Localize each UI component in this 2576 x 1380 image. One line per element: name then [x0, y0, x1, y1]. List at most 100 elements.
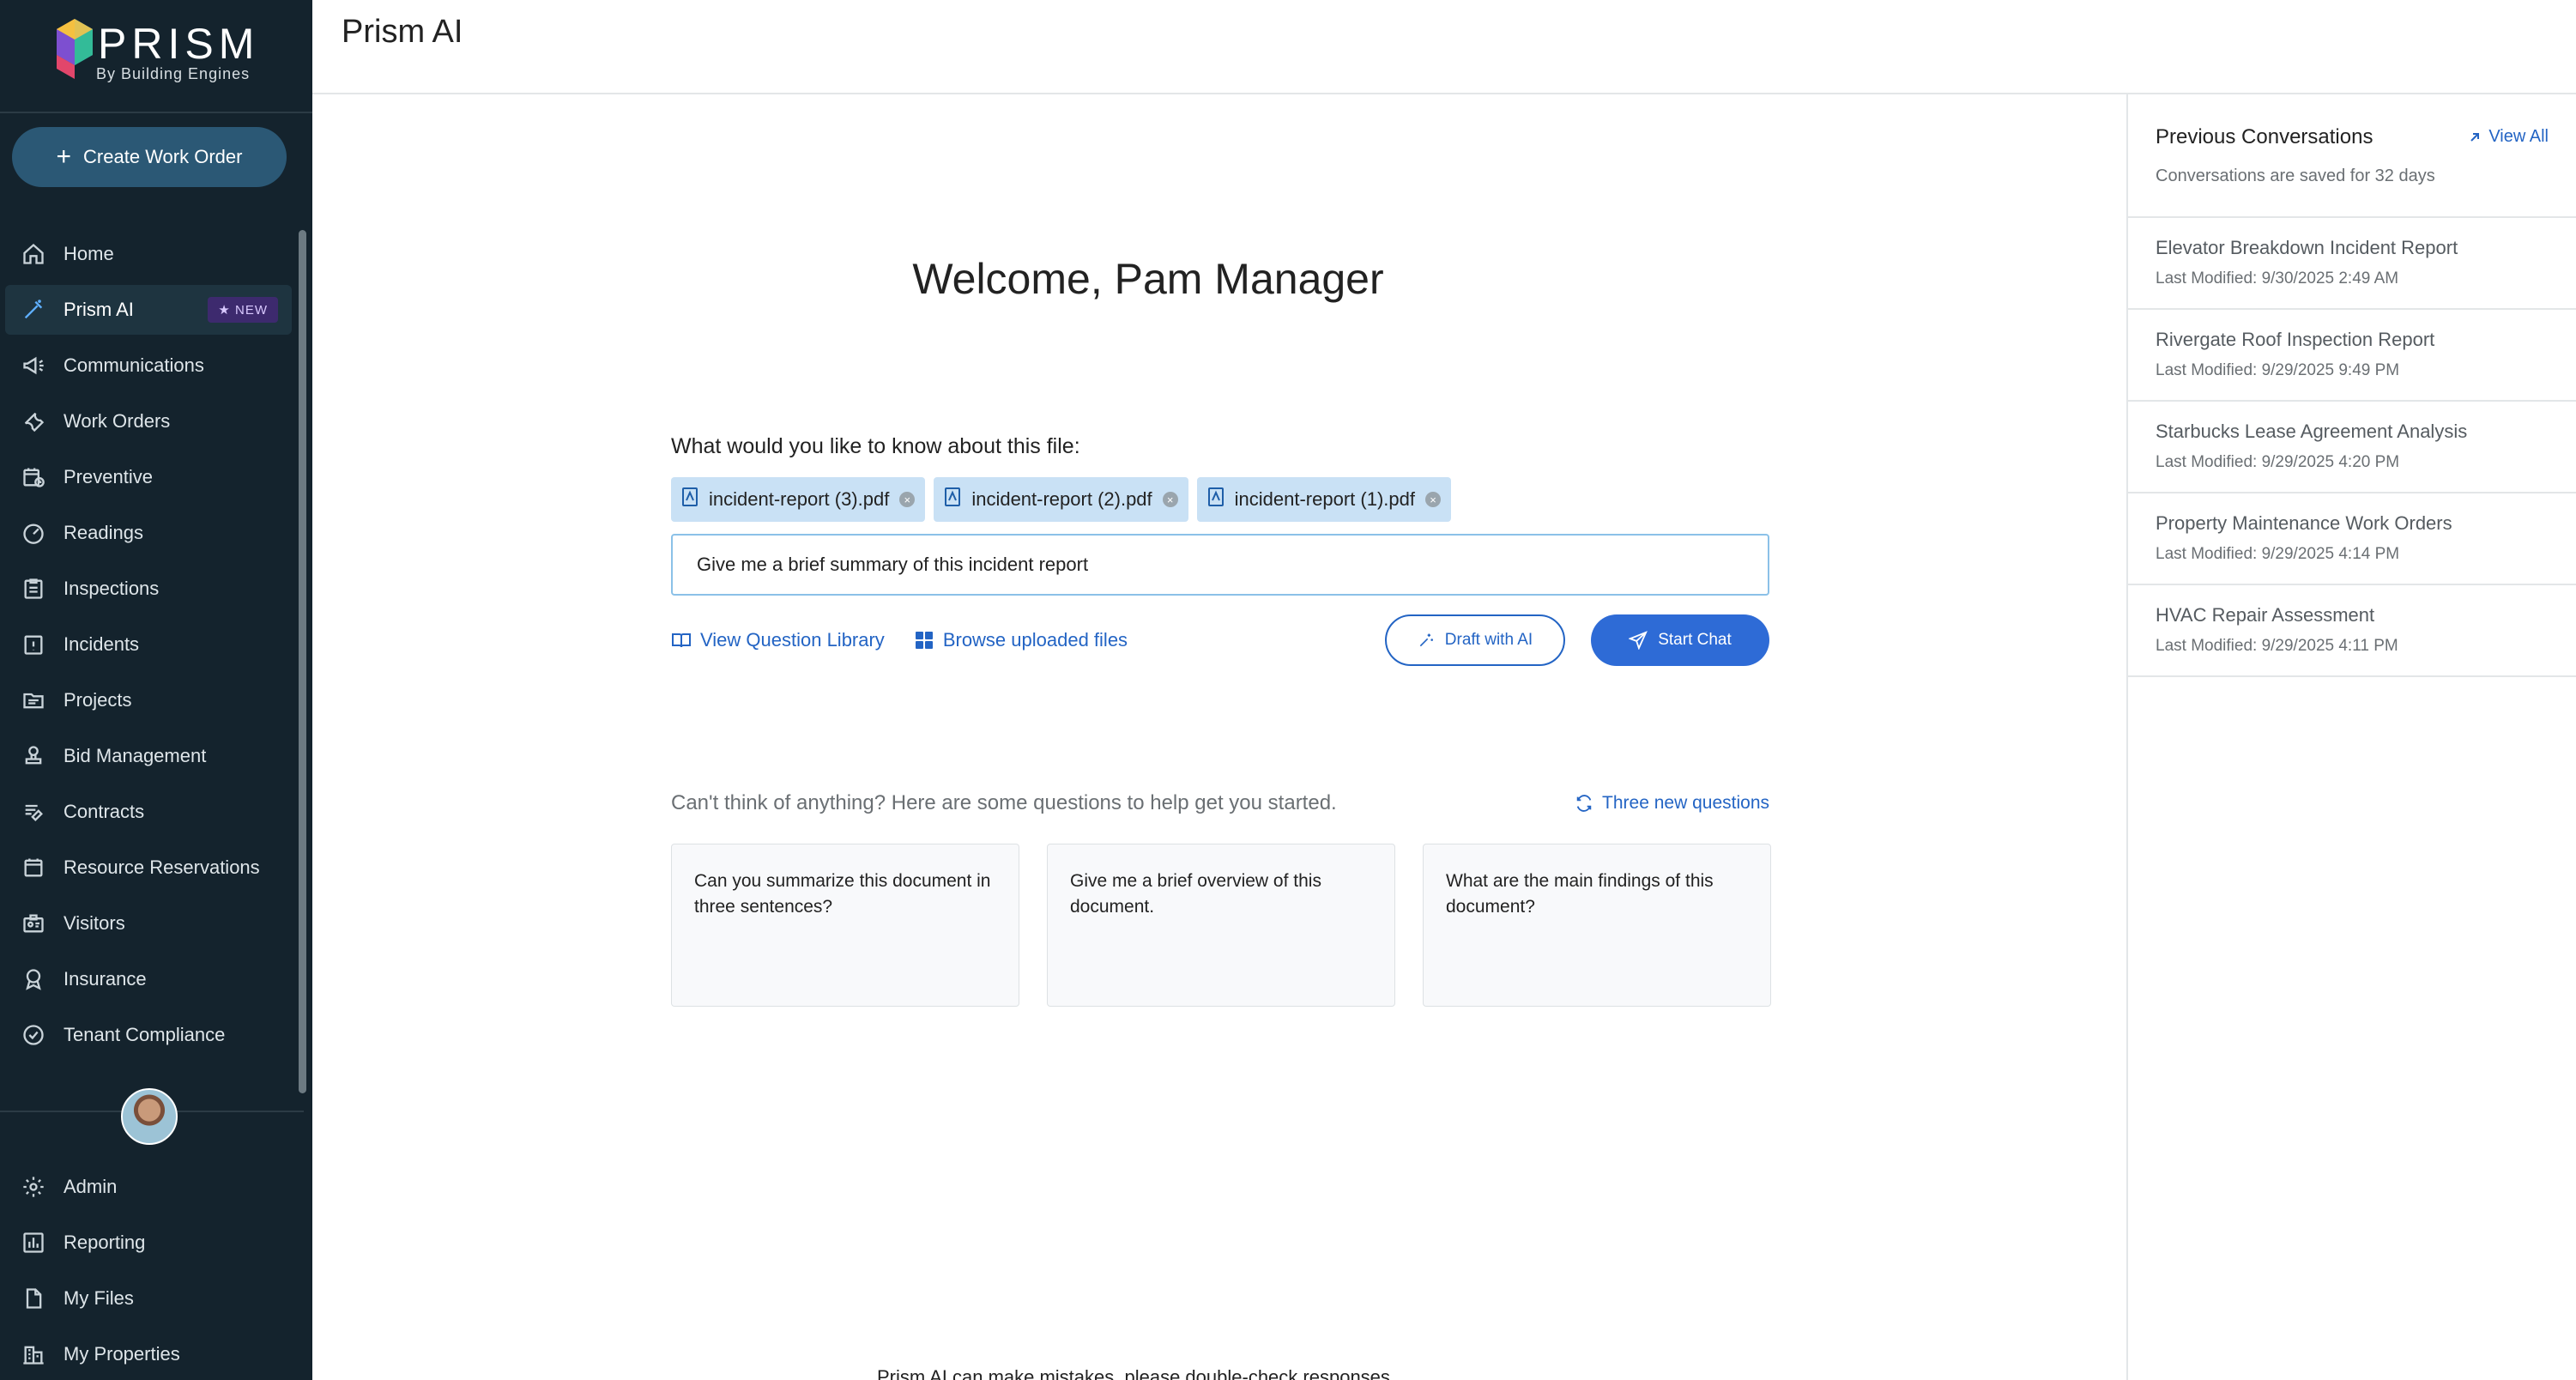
- view-question-library-link[interactable]: View Question Library: [671, 629, 885, 651]
- sidebar-item-projects[interactable]: Projects: [5, 675, 292, 725]
- remove-file-icon[interactable]: ×: [899, 492, 916, 507]
- sidebar-item-communications[interactable]: Communications: [5, 341, 292, 390]
- sidebar-item-visitors[interactable]: Visitors: [5, 899, 292, 948]
- sidebar-item-inspections[interactable]: Inspections: [5, 564, 292, 614]
- calendar-icon: [21, 855, 46, 881]
- remove-file-icon[interactable]: ×: [1424, 492, 1441, 507]
- conversation-title: Starbucks Lease Agreement Analysis: [2156, 421, 2468, 442]
- create-work-order-button[interactable]: + Create Work Order: [12, 127, 287, 187]
- previous-conversations-title: Previous Conversations: [2156, 125, 2373, 148]
- file-icon: [21, 1286, 46, 1311]
- sidebar-item-prism-ai[interactable]: Prism AI ★ NEW: [5, 285, 292, 335]
- sidebar-item-label: Bid Management: [63, 745, 207, 766]
- previous-conversations-header: Previous Conversations View All Conversa…: [2128, 94, 2576, 218]
- sidebar-item-reporting[interactable]: Reporting: [5, 1218, 292, 1268]
- sidebar-item-label: Resource Reservations: [63, 856, 260, 878]
- three-new-questions-link[interactable]: Three new questions: [1575, 793, 1769, 814]
- avatar[interactable]: [121, 1088, 178, 1145]
- prompt-actions: View Question Library Browse uploaded fi…: [671, 614, 1128, 666]
- ribbon-icon: [21, 966, 46, 992]
- sidebar-item-tenant-compliance[interactable]: Tenant Compliance: [5, 1010, 292, 1060]
- gear-icon: [21, 1174, 46, 1200]
- sidebar-item-admin[interactable]: Admin: [5, 1162, 292, 1212]
- conversation-item[interactable]: Property Maintenance Work Orders Last Mo…: [2128, 493, 2576, 585]
- view-all-label: View All: [2488, 127, 2549, 146]
- sidebar-item-my-properties[interactable]: My Properties: [5, 1329, 292, 1379]
- previous-conversations-panel: Previous Conversations View All Conversa…: [2126, 94, 2576, 1380]
- gauge-icon: [21, 520, 46, 546]
- previous-conversations-subtitle: Conversations are saved for 32 days: [2156, 166, 2435, 185]
- three-new-questions-label: Three new questions: [1602, 793, 1769, 813]
- sidebar-item-label: Visitors: [63, 912, 125, 934]
- prism-logo[interactable]: PRISM By Building Engines: [48, 15, 254, 84]
- sidebar-item-resource-reservations[interactable]: Resource Reservations: [5, 843, 292, 893]
- suggestion-cards: Can you summarize this document in three…: [671, 844, 1771, 1007]
- sidebar-item-label: Projects: [63, 689, 132, 711]
- draft-with-ai-button[interactable]: Draft with AI: [1385, 614, 1565, 666]
- conversation-item[interactable]: HVAC Repair Assessment Last Modified: 9/…: [2128, 585, 2576, 677]
- sidebar-item-insurance[interactable]: Insurance: [5, 954, 292, 1004]
- conversation-item[interactable]: Rivergate Roof Inspection Report Last Mo…: [2128, 310, 2576, 402]
- browse-uploaded-files-label: Browse uploaded files: [942, 629, 1128, 651]
- sidebar-item-label: My Properties: [63, 1343, 180, 1365]
- view-question-library-label: View Question Library: [700, 629, 885, 651]
- sidebar-item-work-orders[interactable]: Work Orders: [5, 396, 292, 446]
- file-chip[interactable]: incident-report (3).pdf ×: [671, 477, 926, 522]
- sidebar-item-home[interactable]: Home: [5, 229, 292, 279]
- calendar-clock-icon: [21, 464, 46, 490]
- start-chat-label: Start Chat: [1658, 631, 1732, 649]
- plus-icon: +: [56, 142, 72, 171]
- sidebar-item-label: Tenant Compliance: [63, 1024, 226, 1045]
- file-chip[interactable]: incident-report (1).pdf ×: [1196, 477, 1451, 522]
- sidebar-item-label: Contracts: [63, 801, 145, 822]
- sidebar-item-bid-management[interactable]: Bid Management: [5, 731, 292, 781]
- suggestion-card[interactable]: What are the main findings of this docum…: [1423, 844, 1771, 1007]
- ask-label: What would you like to know about this f…: [671, 434, 1080, 458]
- grid-icon: [915, 632, 933, 649]
- browse-uploaded-files-link[interactable]: Browse uploaded files: [914, 629, 1128, 651]
- file-chip-label: incident-report (3).pdf: [709, 488, 890, 510]
- sidebar-item-label: Work Orders: [63, 410, 171, 432]
- start-chat-button[interactable]: Start Chat: [1591, 614, 1769, 666]
- star-icon: ★: [218, 303, 231, 318]
- welcome-text: Welcome, Pam Manager: [912, 255, 1384, 303]
- bar-chart-icon: [21, 1230, 46, 1256]
- sidebar-item-label: Communications: [63, 354, 204, 376]
- pdf-icon: [681, 487, 698, 511]
- view-all-link[interactable]: View All: [2468, 127, 2549, 147]
- contract-icon: [21, 799, 46, 825]
- pdf-icon: [944, 487, 961, 511]
- sidebar-item-readings[interactable]: Readings: [5, 508, 292, 558]
- prompt-input[interactable]: [671, 534, 1769, 596]
- file-chip[interactable]: incident-report (2).pdf ×: [934, 477, 1188, 522]
- sidebar-item-incidents[interactable]: Incidents: [5, 620, 292, 669]
- sidebar-item-preventive[interactable]: Preventive: [5, 452, 292, 502]
- sidebar-item-contracts[interactable]: Contracts: [5, 787, 292, 837]
- sidebar-divider: [0, 112, 312, 113]
- sidebar-item-label: Admin: [63, 1176, 118, 1197]
- draft-with-ai-label: Draft with AI: [1444, 631, 1533, 649]
- file-chip-label: incident-report (2).pdf: [971, 488, 1152, 510]
- conversation-date: Last Modified: 9/29/2025 4:11 PM: [2156, 637, 2398, 655]
- conversation-title: Property Maintenance Work Orders: [2156, 512, 2452, 534]
- remove-file-icon[interactable]: ×: [1162, 492, 1178, 507]
- conversation-item[interactable]: Starbucks Lease Agreement Analysis Last …: [2128, 402, 2576, 493]
- sidebar-item-my-files[interactable]: My Files: [5, 1274, 292, 1323]
- page-header: Prism AI: [312, 0, 2576, 94]
- suggestion-card[interactable]: Can you summarize this document in three…: [671, 844, 1019, 1007]
- refresh-icon: [1576, 795, 1592, 812]
- check-badge-icon: [21, 1022, 46, 1048]
- prism-logo-icon: [57, 19, 93, 79]
- sidebar-item-label: Prism AI: [63, 299, 134, 320]
- sidebar-item-label: Home: [63, 243, 114, 264]
- sidebar-item-label: Inspections: [63, 578, 160, 599]
- badge-icon: [21, 911, 46, 936]
- sidebar-scrollbar[interactable]: [299, 230, 306, 1093]
- sparkle-wand-icon: [1419, 633, 1433, 647]
- conversation-item[interactable]: Elevator Breakdown Incident Report Last …: [2128, 218, 2576, 310]
- conversation-date: Last Modified: 9/30/2025 2:49 AM: [2156, 269, 2399, 288]
- create-work-order-label: Create Work Order: [83, 146, 243, 167]
- sidebar: PRISM By Building Engines + Create Work …: [0, 0, 312, 1380]
- suggestion-card[interactable]: Give me a brief overview of this documen…: [1047, 844, 1395, 1007]
- clipboard-icon: [21, 576, 46, 602]
